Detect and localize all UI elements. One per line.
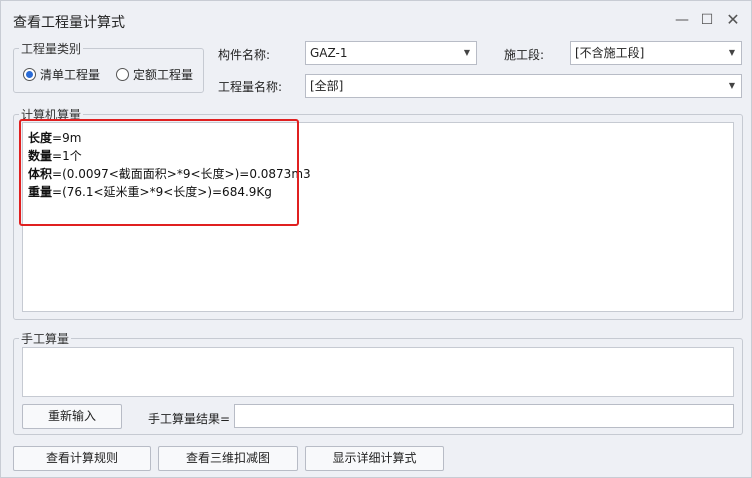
chevron-down-icon: ▼	[728, 48, 735, 57]
section-combo[interactable]: [不含施工段] ▼	[570, 41, 742, 65]
radio-quota-quantity[interactable]: 定额工程量	[116, 66, 193, 83]
radio-bill-label: 清单工程量	[40, 68, 101, 82]
annotation-highlight-box	[19, 119, 299, 226]
title-bar: 查看工程量计算式 — ☐ ✕	[1, 1, 751, 39]
quantity-name-combo[interactable]: [全部] ▼	[305, 74, 742, 98]
radio-bill-quantity[interactable]: 清单工程量	[23, 66, 100, 83]
manual-result-input[interactable]	[234, 404, 734, 428]
category-legend: 工程量类别	[19, 40, 84, 57]
show-detail-button[interactable]: 显示详细计算式	[305, 446, 444, 471]
component-name-combo[interactable]: GAZ-1 ▼	[305, 41, 477, 65]
quantity-name-label: 工程量名称:	[218, 80, 283, 94]
radio-quota-label: 定额工程量	[133, 68, 194, 82]
quantity-name-value: [全部]	[310, 79, 344, 93]
reenter-button[interactable]: 重新输入	[22, 404, 122, 429]
chevron-down-icon: ▼	[728, 81, 735, 90]
radio-unchecked-icon	[116, 68, 129, 81]
component-name-label: 构件名称:	[218, 48, 271, 62]
manual-calc-textarea[interactable]	[22, 347, 734, 397]
chevron-down-icon: ▼	[463, 48, 470, 57]
manual-result-label: 手工算量结果=	[148, 412, 231, 426]
minimize-button[interactable]: —	[671, 9, 693, 31]
dialog-window: 查看工程量计算式 — ☐ ✕ 工程量类别 清单工程量 定额工程量 构件名称: G…	[0, 0, 752, 478]
section-label: 施工段:	[504, 48, 545, 62]
section-value: [不含施工段]	[575, 46, 645, 60]
component-name-value: GAZ-1	[310, 46, 348, 60]
view-rules-button[interactable]: 查看计算规则	[13, 446, 151, 471]
radio-checked-icon	[23, 68, 36, 81]
window-title: 查看工程量计算式	[13, 15, 125, 31]
view-3d-button[interactable]: 查看三维扣减图	[158, 446, 298, 471]
maximize-button[interactable]: ☐	[696, 9, 718, 31]
manual-calc-legend: 手工算量	[19, 330, 72, 347]
close-button[interactable]: ✕	[722, 9, 744, 31]
